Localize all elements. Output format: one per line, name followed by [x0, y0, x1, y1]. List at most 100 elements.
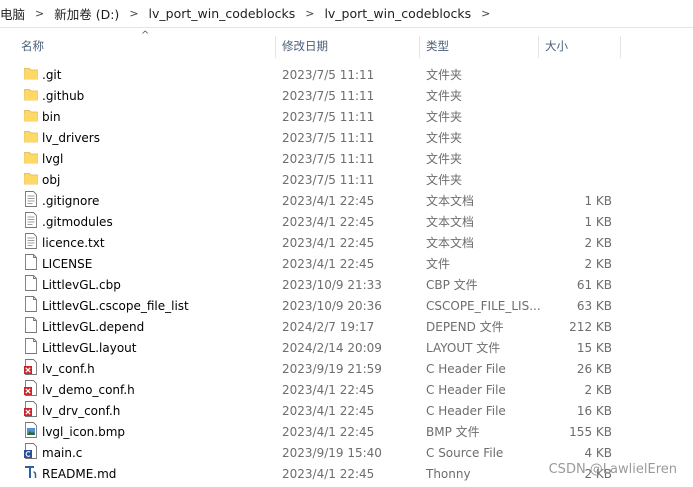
- file-name: LittlevGL.cscope_file_list: [42, 299, 189, 313]
- file-row[interactable]: lvgl 2023/7/5 11:11 文件夹: [0, 149, 693, 170]
- file-date: 2023/7/5 11:11: [282, 131, 375, 145]
- file-date: 2023/10/9 21:33: [282, 278, 382, 292]
- file-name: README.md: [42, 467, 117, 481]
- file-size: 2 KB: [584, 257, 612, 271]
- file-row[interactable]: .git 2023/7/5 11:11 文件夹: [0, 65, 693, 86]
- file-date: 2023/4/1 22:45: [282, 425, 375, 439]
- file-type: LAYOUT 文件: [426, 341, 501, 355]
- file-date: 2024/2/14 20:09: [282, 341, 382, 355]
- file-size: 15 KB: [576, 341, 612, 355]
- text-document-icon: [24, 233, 38, 254]
- file-row[interactable]: main.c 2023/9/19 15:40 C Source File 4 KB: [0, 443, 693, 464]
- file-row[interactable]: obj 2023/7/5 11:11 文件夹: [0, 170, 693, 191]
- file-type: 文本文档: [426, 215, 475, 229]
- file-name: LittlevGL.cbp: [42, 278, 121, 292]
- file-icon: [24, 275, 38, 296]
- file-size: 26 KB: [576, 362, 612, 376]
- file-row[interactable]: LittlevGL.cscope_file_list 2023/10/9 20:3…: [0, 296, 693, 317]
- file-date: 2023/4/1 22:45: [282, 467, 375, 481]
- file-type: C Header File: [426, 404, 506, 418]
- column-divider[interactable]: [538, 36, 539, 58]
- column-type[interactable]: 类型: [426, 32, 449, 60]
- file-size: 1 KB: [584, 194, 612, 208]
- file-row[interactable]: LittlevGL.layout 2024/2/14 20:09 LAYOUT 文件…: [0, 338, 693, 359]
- column-name[interactable]: 名称: [21, 32, 44, 60]
- file-row[interactable]: LittlevGL.cbp 2023/10/9 21:33 CBP 文件 61 KB: [0, 275, 693, 296]
- chevron-right-icon[interactable]: >: [299, 7, 320, 20]
- sort-ascending-icon: ^: [141, 30, 150, 41]
- chevron-right-icon[interactable]: >: [475, 7, 496, 20]
- column-date[interactable]: 修改日期: [282, 32, 328, 60]
- file-type: 文本文档: [426, 194, 475, 208]
- watermark: CSDN @LawlielEren: [548, 462, 677, 477]
- file-date: 2023/7/5 11:11: [282, 110, 375, 124]
- file-name: obj: [42, 173, 61, 187]
- file-icon: [24, 296, 38, 317]
- file-row[interactable]: lv_conf.h 2023/9/19 21:59 C Header File 26 …: [0, 359, 693, 380]
- file-type: 文件: [426, 257, 451, 271]
- column-divider[interactable]: [419, 36, 420, 58]
- file-row[interactable]: .gitignore 2023/4/1 22:45 文本文档 1 KB: [0, 191, 693, 212]
- file-name: .git: [42, 68, 62, 82]
- file-type: CSCOPE_FILE_LIS...: [426, 299, 541, 313]
- file-row[interactable]: LICENSE 2023/4/1 22:45 文件 2 KB: [0, 254, 693, 275]
- file-size: 155 KB: [569, 425, 612, 439]
- folder-icon: [24, 107, 38, 128]
- file-size: 2 KB: [584, 383, 612, 397]
- file-date: 2023/4/1 22:45: [282, 215, 375, 229]
- file-name: lv_conf.h: [42, 362, 95, 376]
- breadcrumb-item-folder[interactable]: lv_port_win_codeblocks: [145, 6, 300, 21]
- file-name: lvgl: [42, 152, 64, 166]
- c-header-file-icon: [24, 380, 38, 401]
- folder-icon: [24, 128, 38, 149]
- file-name: .gitmodules: [42, 215, 113, 229]
- file-row[interactable]: .github 2023/7/5 11:11 文件夹: [0, 86, 693, 107]
- file-name: lv_demo_conf.h: [42, 383, 135, 397]
- thonny-file-icon: [24, 464, 38, 485]
- file-type: BMP 文件: [426, 425, 480, 439]
- file-type: 文件夹: [426, 68, 463, 82]
- breadcrumb-item-drive[interactable]: 新加卷 (D:): [50, 4, 123, 23]
- column-header: ^ 名称 修改日期 类型 大小: [0, 30, 693, 60]
- breadcrumb-item-computer[interactable]: 电脑: [0, 4, 29, 23]
- text-document-icon: [24, 212, 38, 233]
- column-divider[interactable]: [620, 36, 621, 58]
- column-size[interactable]: 大小: [545, 32, 568, 60]
- folder-icon: [24, 86, 38, 107]
- file-size: 1 KB: [584, 215, 612, 229]
- file-row[interactable]: lv_drivers 2023/7/5 11:11 文件夹: [0, 128, 693, 149]
- file-date: 2023/4/1 22:45: [282, 194, 375, 208]
- chevron-right-icon[interactable]: >: [29, 7, 50, 20]
- file-row[interactable]: licence.txt 2023/4/1 22:45 文本文档 2 KB: [0, 233, 693, 254]
- c-source-file-icon: [24, 443, 38, 464]
- file-type: DEPEND 文件: [426, 320, 504, 334]
- folder-icon: [24, 170, 38, 191]
- c-header-file-icon: [24, 401, 38, 422]
- file-date: 2024/2/7 19:17: [282, 320, 375, 334]
- file-row[interactable]: lv_demo_conf.h 2023/4/1 22:45 C Header Fil…: [0, 380, 693, 401]
- file-name: bin: [42, 110, 61, 124]
- file-date: 2023/4/1 22:45: [282, 404, 375, 418]
- c-header-file-icon: [24, 359, 38, 380]
- file-row[interactable]: .gitmodules 2023/4/1 22:45 文本文档 1 KB: [0, 212, 693, 233]
- file-row[interactable]: LittlevGL.depend 2024/2/7 19:17 DEPEND 文件 2…: [0, 317, 693, 338]
- file-row[interactable]: lvgl_icon.bmp 2023/4/1 22:45 BMP 文件 155 KB: [0, 422, 693, 443]
- file-icon: [24, 254, 38, 275]
- folder-icon: [24, 149, 38, 170]
- file-type: 文本文档: [426, 236, 475, 250]
- file-type: 文件夹: [426, 110, 463, 124]
- file-date: 2023/4/1 22:45: [282, 383, 375, 397]
- file-date: 2023/7/5 11:11: [282, 173, 375, 187]
- file-icon: [24, 338, 38, 359]
- column-divider[interactable]: [275, 36, 276, 58]
- file-row[interactable]: bin 2023/7/5 11:11 文件夹: [0, 107, 693, 128]
- file-size: 212 KB: [569, 320, 612, 334]
- file-name: .github: [42, 89, 85, 103]
- file-row[interactable]: lv_drv_conf.h 2023/4/1 22:45 C Header File…: [0, 401, 693, 422]
- file-type: 文件夹: [426, 152, 463, 166]
- folder-icon: [24, 65, 38, 86]
- chevron-right-icon[interactable]: >: [123, 7, 144, 20]
- breadcrumb-item-current[interactable]: lv_port_win_codeblocks: [320, 6, 475, 21]
- file-date: 2023/9/19 21:59: [282, 362, 382, 376]
- file-type: 文件夹: [426, 173, 463, 187]
